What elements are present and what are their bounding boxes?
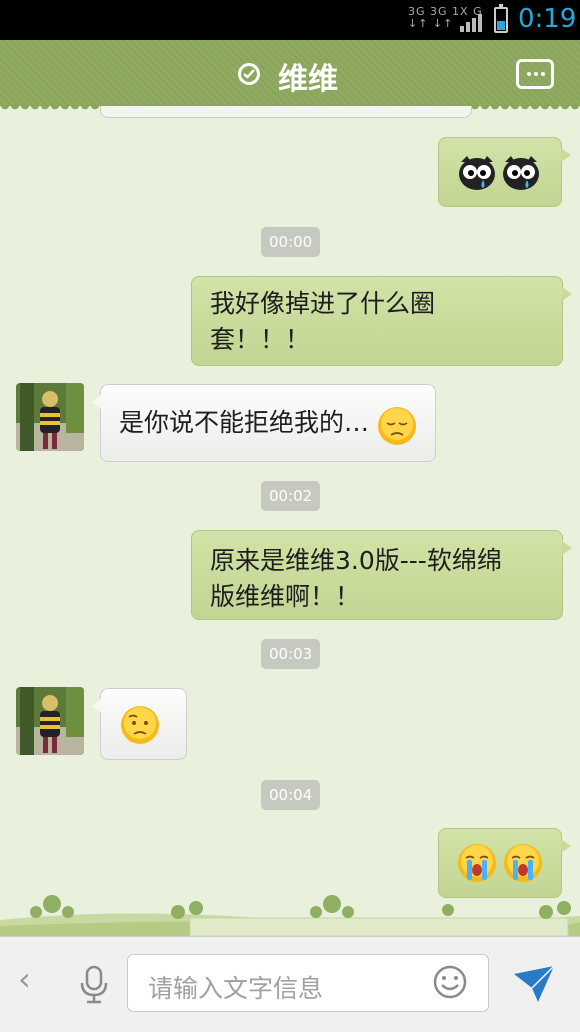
message-bubble-outgoing[interactable] — [438, 137, 571, 207]
menu-dot-icon — [534, 72, 538, 76]
crying-face-icon — [458, 844, 496, 882]
avatar-photo — [16, 687, 84, 755]
message-line: 原来是维维3.0版---软绵绵 — [210, 546, 502, 575]
clock: 0:19 — [518, 4, 577, 34]
owl-cry-icon — [459, 156, 495, 190]
battery-icon — [494, 4, 508, 33]
contact-avatar[interactable] — [16, 383, 84, 451]
confused-face-icon — [121, 706, 159, 744]
message-input-placeholder: 请输入文字信息 — [148, 974, 324, 1003]
timestamp: 00:00 — [261, 227, 321, 257]
message-line: 套！！！ — [210, 325, 311, 354]
message-line: 版维维啊！！ — [210, 582, 361, 611]
background-hills-decoration — [0, 895, 580, 936]
status-bar: 3G 3G 1X G ↓↑ ↓↑ 0:19 — [0, 0, 580, 40]
contact-avatar[interactable] — [16, 687, 84, 755]
menu-dot-icon — [541, 72, 545, 76]
message-bubble-incoming[interactable] — [91, 688, 187, 760]
message-bubble-outgoing[interactable]: 原来是维维3.0版---软绵绵 版维维啊！！ — [191, 530, 572, 620]
verified-check-icon — [238, 63, 260, 85]
timestamp: 00:04 — [261, 780, 321, 810]
message-line: 是你说不能拒绝我的… — [119, 408, 370, 437]
microphone-icon[interactable] — [79, 965, 109, 1005]
message-list[interactable]: 00:00 我好像掉进了什么圈 套！！！ 是你说不能拒绝我的… 00:02 原来… — [0, 106, 580, 936]
crying-face-icon — [504, 844, 542, 882]
signal-icon — [460, 14, 482, 32]
message-bubble-outgoing[interactable]: 我好像掉进了什么圈 套！！！ — [191, 276, 572, 366]
avatar-photo — [16, 383, 84, 451]
send-icon[interactable] — [512, 962, 556, 1006]
message-line: 我好像掉进了什么圈 — [210, 289, 436, 318]
timestamp: 00:03 — [261, 639, 321, 669]
collapse-arrow-icon[interactable]: ‹ — [18, 960, 31, 998]
chat-menu-button[interactable] — [516, 59, 554, 89]
emoji-picker-icon[interactable] — [432, 964, 468, 1000]
sad-face-icon — [378, 407, 416, 445]
timestamp: 00:02 — [261, 481, 321, 511]
previous-message-bubble[interactable] — [100, 106, 472, 118]
owl-cry-icon — [503, 156, 539, 190]
message-bubble-outgoing[interactable] — [438, 828, 571, 898]
chat-title: 维维 — [278, 62, 338, 97]
message-bubble-incoming[interactable]: 是你说不能拒绝我的… — [91, 384, 436, 462]
menu-dot-icon — [527, 72, 531, 76]
